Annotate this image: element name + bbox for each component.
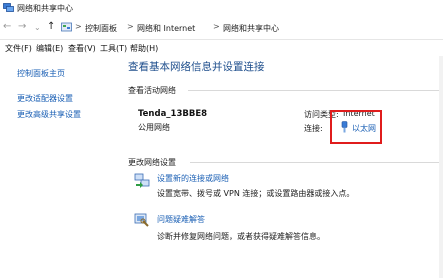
- forward-arrow-icon[interactable]: →: [18, 21, 26, 33]
- back-arrow-icon[interactable]: ←: [3, 21, 11, 33]
- menu-edit[interactable]: 编辑(E): [36, 43, 63, 54]
- page-title: 查看基本网络信息并设置连接: [128, 61, 265, 73]
- network-name: Tenda_13BBE8: [138, 109, 208, 119]
- breadcrumb-control-panel[interactable]: 控制面板: [85, 23, 117, 34]
- window-title: 网络和共享中心: [17, 4, 73, 13]
- setup-new-connection-description: 设置宽带、拨号或 VPN 连接；或设置路由器或接入点。: [157, 189, 355, 198]
- breadcrumb-network-internet[interactable]: 网络和 Internet: [137, 23, 195, 34]
- network-setup-icon: [134, 172, 150, 190]
- recent-chevron-down-icon[interactable]: ⌄: [34, 22, 41, 34]
- setup-new-connection-link[interactable]: 设置新的连接或网络: [157, 173, 229, 184]
- troubleshoot-icon: [134, 212, 150, 230]
- sidebar-item-change-adapter-settings[interactable]: 更改适配器设置: [17, 93, 73, 104]
- title-bar: 网络和共享中心: [0, 0, 443, 17]
- change-network-settings-heading: 更改网络设置: [128, 158, 176, 167]
- section-divider: [190, 162, 439, 163]
- network-type-link[interactable]: 公用网络: [138, 122, 170, 133]
- scrollbar[interactable]: [439, 56, 443, 278]
- troubleshoot-problems-link[interactable]: 问题疑难解答: [157, 214, 205, 225]
- address-bar: ← → ⌄ ↑ > 控制面板 > 网络和 Internet > 网络和共享中心: [0, 17, 443, 40]
- up-arrow-icon[interactable]: ↑: [47, 21, 55, 33]
- menu-file[interactable]: 文件(F): [5, 43, 32, 54]
- troubleshoot-problems-description: 诊断并修复网络问题，或者获得疑难解答信息。: [157, 232, 325, 241]
- active-networks-heading: 查看活动网络: [128, 86, 176, 95]
- menu-view[interactable]: 查看(V): [68, 43, 96, 54]
- menu-help[interactable]: 帮助(H): [130, 43, 158, 54]
- control-panel-icon: [61, 22, 72, 35]
- network-center-app-icon: [3, 3, 14, 13]
- section-divider: [188, 90, 439, 91]
- breadcrumb-separator: >: [127, 22, 134, 31]
- highlight-box: [330, 110, 382, 144]
- menu-tools[interactable]: 工具(T): [100, 43, 127, 54]
- breadcrumb-separator: >: [213, 22, 220, 31]
- breadcrumb-separator: >: [75, 22, 82, 31]
- sidebar-item-control-panel-home[interactable]: 控制面板主页: [17, 68, 65, 79]
- sidebar-item-change-advanced-sharing[interactable]: 更改高级共享设置: [17, 109, 81, 120]
- connections-label: 连接:: [304, 124, 323, 133]
- breadcrumb-network-sharing-center[interactable]: 网络和共享中心: [223, 23, 279, 34]
- menu-bar: 文件(F) 编辑(E) 查看(V) 工具(T) 帮助(H): [0, 40, 443, 56]
